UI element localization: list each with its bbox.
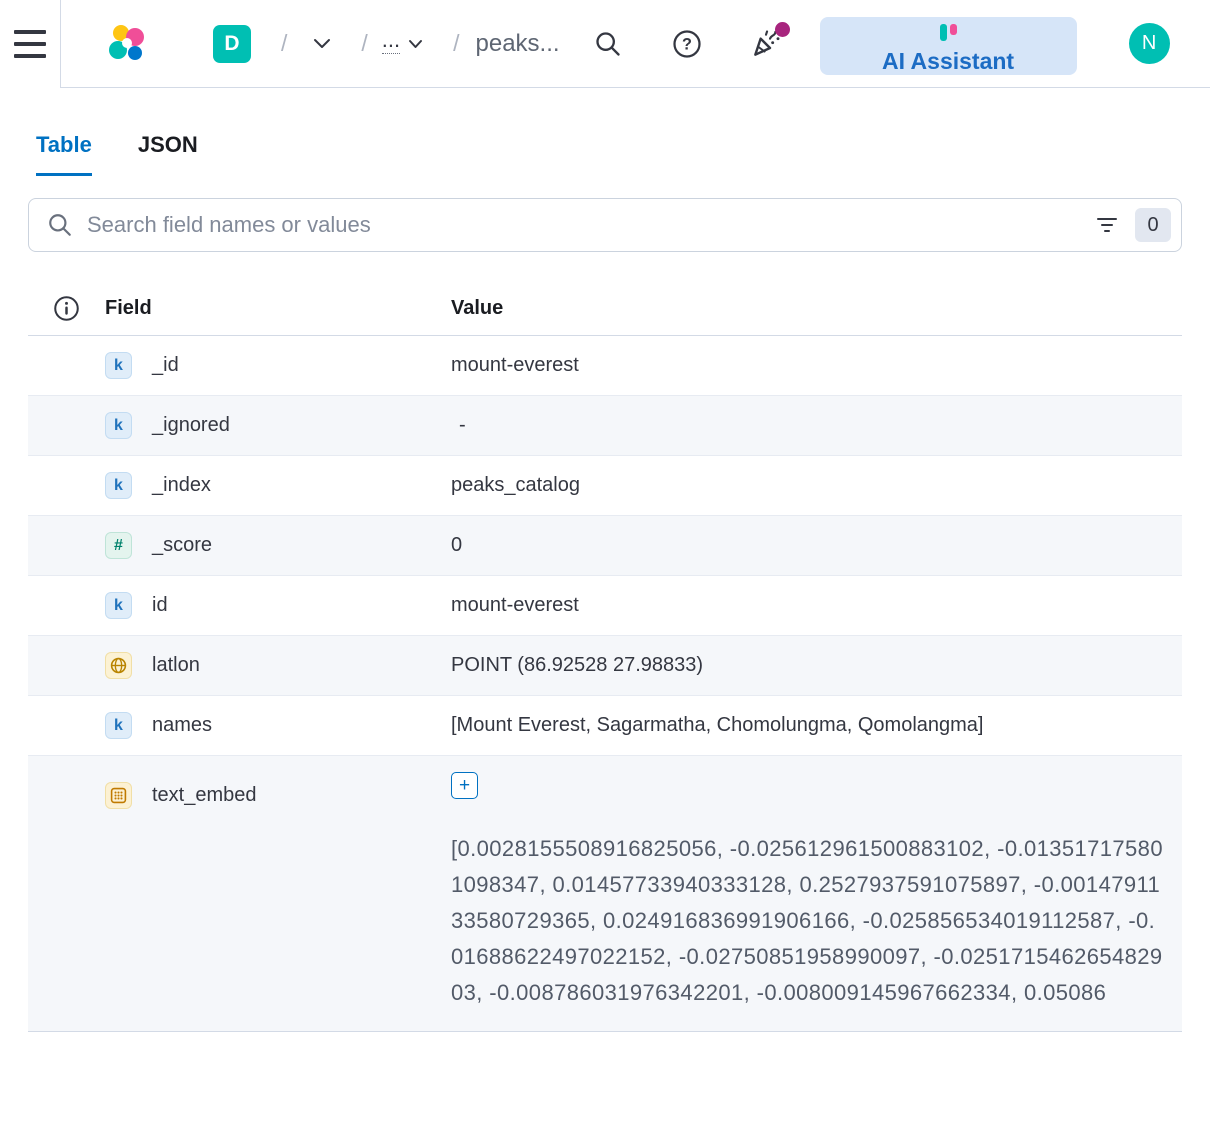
chevron-down-icon — [313, 38, 331, 49]
field-value: POINT (86.92528 27.98833) — [451, 654, 1182, 677]
field-name: _index — [152, 474, 211, 497]
field-value: [0.0028155508916825056, -0.0256129615008… — [451, 831, 1167, 1011]
help-button[interactable]: ? — [672, 29, 702, 59]
field-name: id — [152, 594, 168, 617]
field-value: 0 — [451, 534, 1182, 557]
view-mode-tabs: Table JSON — [36, 132, 1210, 176]
number-field-icon: # — [105, 532, 132, 559]
breadcrumb-dropdown-button[interactable] — [313, 38, 331, 49]
table-row[interactable]: k id mount-everest — [28, 576, 1182, 636]
chevron-down-icon — [408, 39, 423, 49]
field-name: names — [152, 714, 212, 737]
tab-table[interactable]: Table — [36, 132, 92, 176]
field-value: [Mount Everest, Sagarmatha, Chomolungma,… — [451, 714, 1182, 737]
dense-vector-field-icon — [105, 782, 132, 809]
ai-assistant-label: AI Assistant — [882, 48, 1014, 74]
table-row[interactable]: # _score 0 — [28, 516, 1182, 576]
field-name: _score — [152, 534, 212, 557]
table-row[interactable]: k _index peaks_catalog — [28, 456, 1182, 516]
user-avatar[interactable]: N — [1129, 23, 1170, 64]
document-fields-table: Field Value k _id mount-everest k _ignor… — [28, 282, 1182, 1032]
keyword-field-icon: k — [105, 352, 132, 379]
table-row[interactable]: k _ignored - — [28, 396, 1182, 456]
field-name: latlon — [152, 654, 200, 677]
elastic-logo-icon — [105, 22, 149, 66]
geo-point-field-icon — [105, 652, 132, 679]
ai-assistant-icon — [940, 24, 957, 42]
column-header-field: Field — [105, 297, 451, 320]
field-search-input[interactable] — [87, 212, 1089, 238]
field-name: _id — [152, 354, 179, 377]
breadcrumb-collapsed-button[interactable]: ... — [382, 33, 423, 54]
search-icon — [594, 30, 622, 58]
svg-text:?: ? — [682, 35, 692, 53]
field-value: mount-everest — [451, 594, 1182, 617]
table-header-row: Field Value — [28, 282, 1182, 336]
tab-json[interactable]: JSON — [138, 132, 198, 176]
help-icon: ? — [672, 29, 702, 59]
breadcrumb-ellipsis: ... — [382, 33, 400, 54]
space-badge[interactable]: D — [213, 25, 251, 63]
field-value: peaks_catalog — [451, 474, 1182, 497]
field-name: text_embed — [152, 784, 257, 807]
table-row[interactable]: k _id mount-everest — [28, 336, 1182, 396]
elastic-logo[interactable] — [105, 22, 149, 66]
expand-vector-button[interactable]: + — [451, 772, 478, 799]
notification-dot — [775, 22, 790, 37]
keyword-field-icon: k — [105, 592, 132, 619]
news-feed-button[interactable] — [750, 28, 782, 60]
field-name: _ignored — [152, 414, 230, 437]
filter-toggle-button[interactable] — [1089, 209, 1125, 241]
keyword-field-icon: k — [105, 412, 132, 439]
table-row[interactable]: latlon POINT (86.92528 27.98833) — [28, 636, 1182, 696]
info-icon[interactable] — [53, 295, 80, 322]
table-row[interactable]: text_embed + [0.0028155508916825056, -0.… — [28, 756, 1182, 1032]
top-navigation-bar: D / / ... / peaks... ? — [0, 0, 1210, 88]
global-search-button[interactable] — [594, 30, 622, 58]
filter-count-badge: 0 — [1135, 208, 1171, 242]
filter-icon — [1095, 215, 1119, 235]
search-icon — [47, 212, 73, 238]
field-value: - — [451, 414, 1182, 437]
table-row[interactable]: k names [Mount Everest, Sagarmatha, Chom… — [28, 696, 1182, 756]
hamburger-icon — [14, 30, 46, 34]
keyword-field-icon: k — [105, 712, 132, 739]
breadcrumb-separator: / — [453, 30, 459, 57]
field-value: mount-everest — [451, 354, 1182, 377]
breadcrumb-separator: / — [281, 30, 287, 57]
menu-toggle-button[interactable] — [0, 0, 61, 88]
keyword-field-icon: k — [105, 472, 132, 499]
ai-assistant-button[interactable]: AI Assistant — [820, 17, 1077, 75]
breadcrumb-current-page: peaks... — [476, 30, 560, 58]
column-header-value: Value — [451, 297, 1182, 320]
field-search-bar: 0 — [28, 198, 1182, 252]
breadcrumb-separator: / — [361, 30, 367, 57]
